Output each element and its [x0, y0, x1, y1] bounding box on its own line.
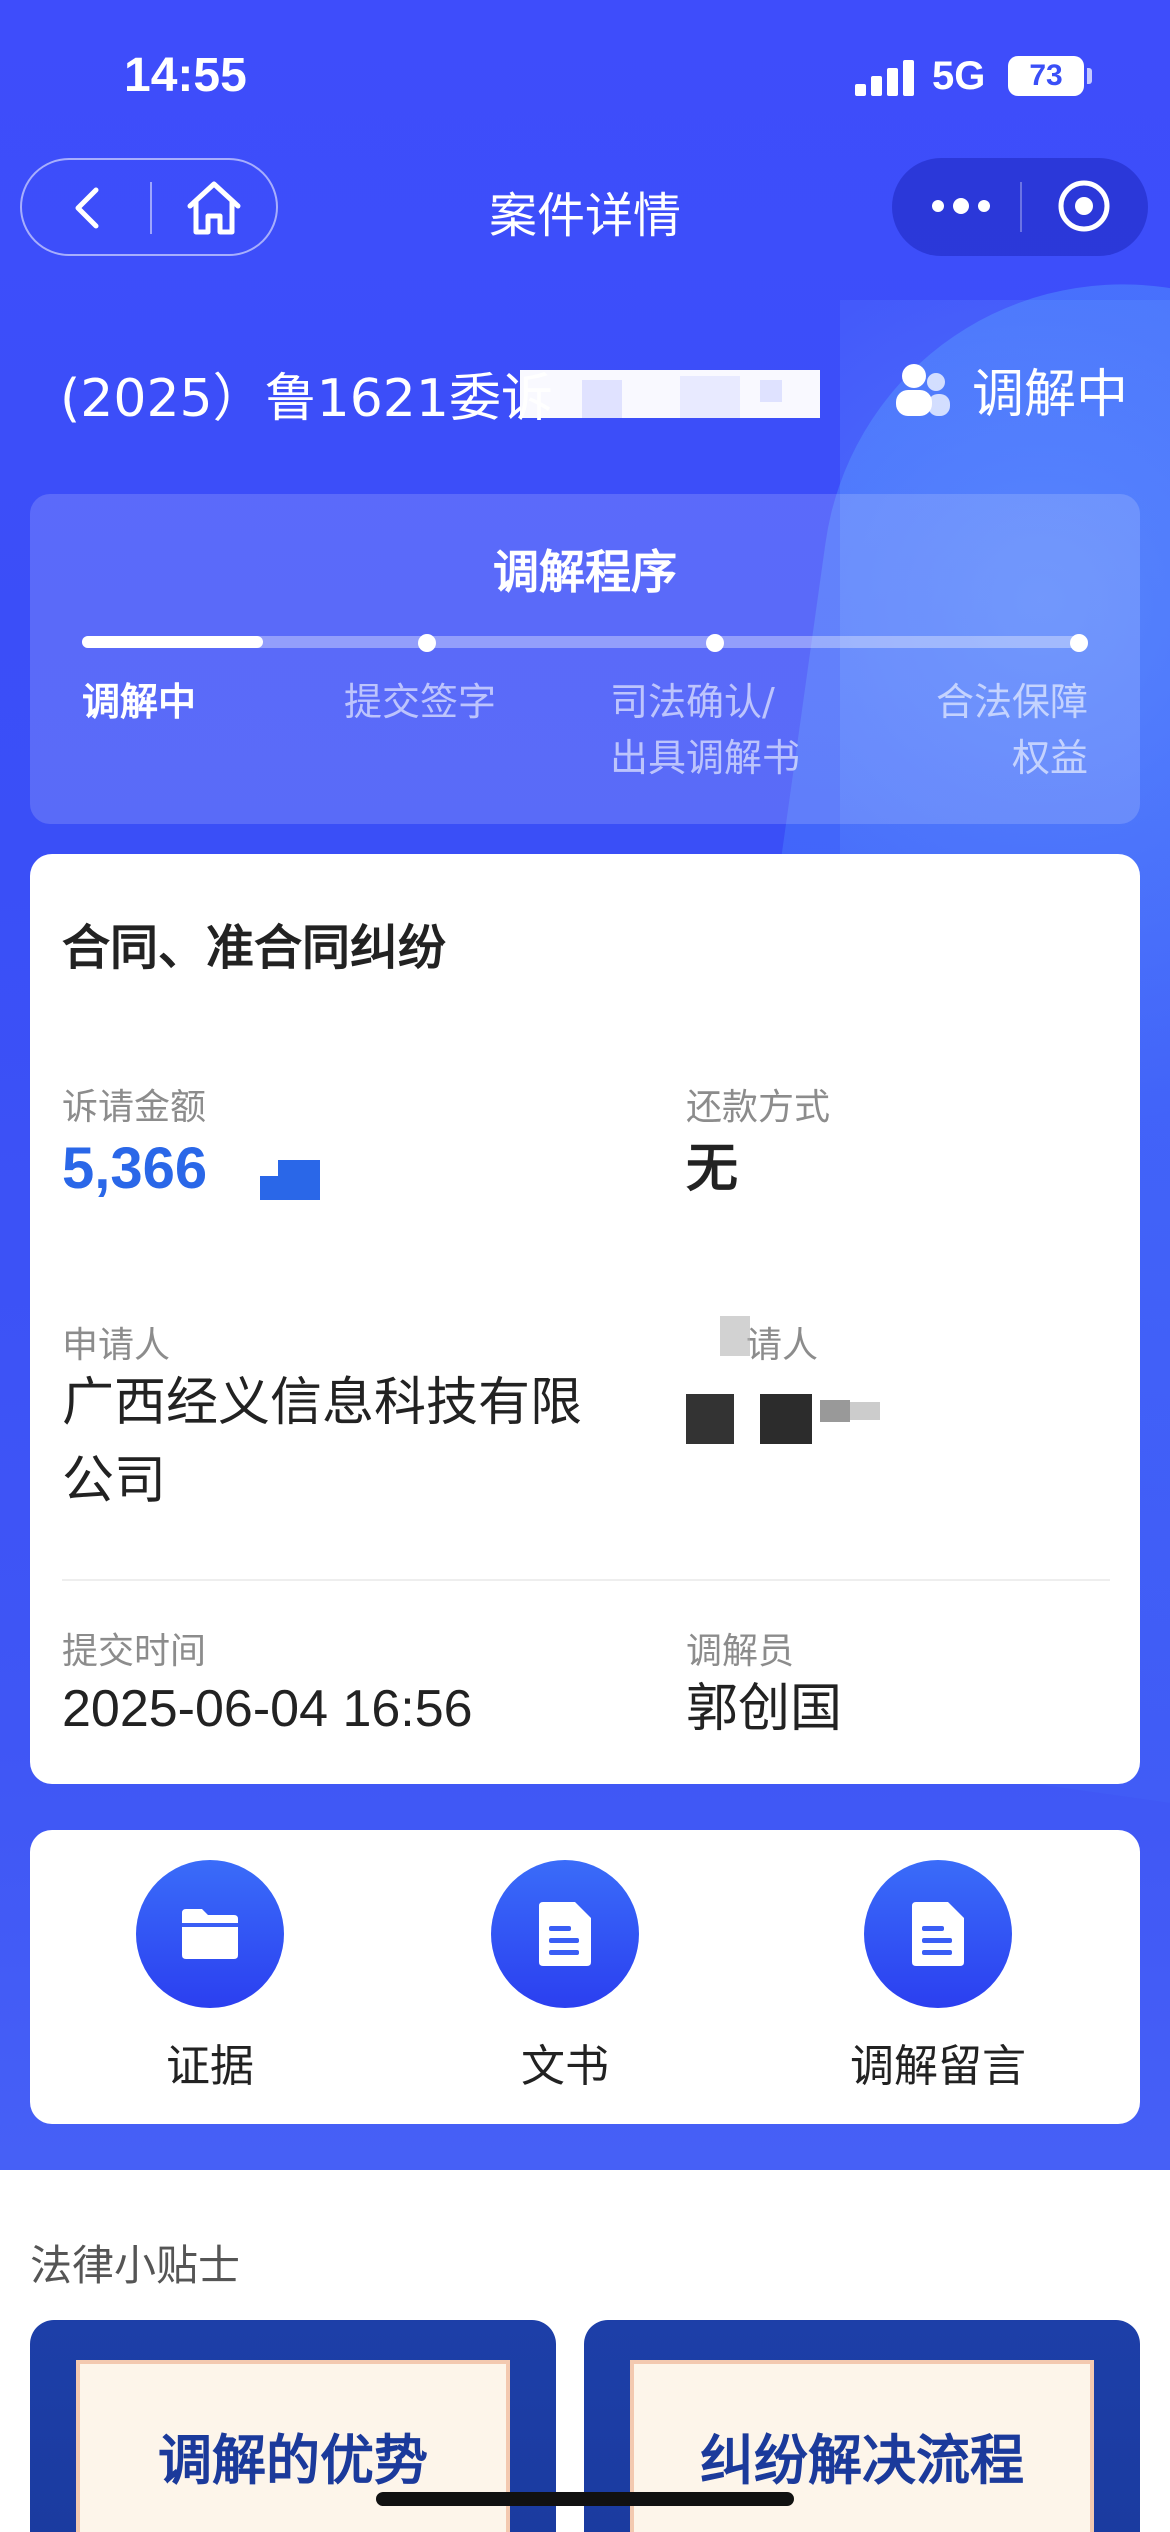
step-mediating: 调解中 [82, 680, 197, 724]
home-indicator [376, 2492, 794, 2506]
submit-time-label: 提交时间 [62, 1631, 207, 1672]
case-status-chip: 调解中 [892, 352, 1128, 427]
redaction-block [760, 380, 782, 402]
users-icon [896, 363, 950, 416]
dispute-type: 合同、准合同纠纷 [62, 920, 447, 976]
applicant-label: 申请人 [62, 1325, 171, 1366]
case-status-text: 调解中 [972, 365, 1129, 425]
tip-card-inner: 纠纷解决流程 [630, 2360, 1094, 2532]
tip-card-inner: 调解的优势 [76, 2360, 510, 2532]
redaction-block [582, 380, 622, 418]
documents-label: 文书 [521, 2041, 609, 2092]
evidence-label: 证据 [166, 2041, 254, 2092]
action-card: 证据 文书 调解留言 [30, 1830, 1140, 2124]
status-bar: 14:55 5G 73 [0, 0, 1170, 150]
progress-fill [82, 636, 264, 648]
redaction-block [760, 1394, 812, 1444]
applicant-value: 广西经义信息科技有限 公司 [62, 1373, 583, 1511]
network-type: 5G [932, 54, 986, 98]
tip-card-title: 纠纷解决流程 [700, 2429, 1024, 2492]
tips-section-title: 法律小贴士 [30, 2241, 241, 2290]
case-info-card: 合同、准合同纠纷 诉请金额 5,366 还款方式 无 申请人 广西经义信息科技有… [30, 854, 1140, 1784]
evidence-button[interactable]: 证据 [60, 1860, 360, 2094]
redaction-block [850, 1402, 880, 1420]
progress-track [82, 636, 1088, 648]
step-legal-protection: 合法保障 权益 [935, 680, 1088, 780]
nav-divider [1020, 182, 1022, 232]
documents-button[interactable]: 文书 [415, 1860, 715, 2094]
redaction-block [720, 1316, 750, 1356]
amount-label: 诉请金额 [62, 1087, 207, 1128]
respondent-label: 请人 [746, 1325, 819, 1366]
signal-icon [855, 60, 915, 96]
process-card: 调解程序 调解中 提交签字 司法确认/ 出具调解书 合法保障 权益 [30, 494, 1140, 824]
battery-icon: 73 [1008, 56, 1084, 96]
redaction-block [820, 1400, 850, 1422]
nav-capsule-right [892, 158, 1148, 256]
progress-dot [706, 634, 724, 652]
close-target-icon[interactable] [1056, 178, 1112, 234]
battery-tip [1087, 68, 1092, 84]
status-time: 14:55 [124, 49, 247, 102]
redaction-block [686, 1394, 734, 1444]
mediator-label: 调解员 [686, 1631, 795, 1672]
step-submit-signature: 提交签字 [344, 680, 497, 724]
case-number: (2025）鲁1621委诉 [60, 369, 553, 429]
mediator-value: 郭创国 [686, 1679, 843, 1739]
repay-label: 还款方式 [686, 1087, 831, 1128]
mediation-message-button[interactable]: 调解留言 [788, 1860, 1088, 2094]
repay-value: 无 [686, 1139, 739, 1199]
document-icon [864, 1860, 1012, 2008]
more-icon[interactable] [926, 178, 996, 234]
card-divider [62, 1579, 1110, 1581]
step-judicial-confirmation: 司法确认/ 出具调解书 [610, 680, 801, 780]
tip-card-title: 调解的优势 [158, 2429, 428, 2492]
redaction-block [680, 376, 740, 418]
process-title: 调解程序 [493, 545, 677, 599]
document-icon [491, 1860, 639, 2008]
mediation-message-label: 调解留言 [850, 2041, 1026, 2092]
progress-dot [1070, 634, 1088, 652]
progress-dot [418, 634, 436, 652]
submit-time-value: 2025-06-04 16:56 [62, 1680, 473, 1738]
amount-value: 5,366 [62, 1136, 208, 1201]
folder-icon [136, 1860, 284, 2008]
